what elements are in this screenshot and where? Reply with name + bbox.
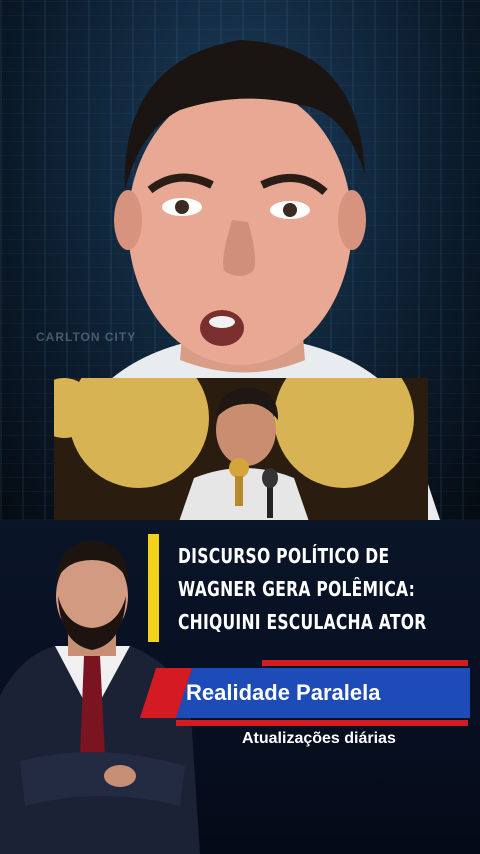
- headline: DISCURSO POLÍTICO DE WAGNER GERA POLÊMIC…: [178, 540, 427, 639]
- inset-clip: [54, 378, 428, 536]
- headline-line-3: CHIQUINI ESCULACHA ATOR: [178, 610, 427, 634]
- headline-line-2: WAGNER GERA POLÊMICA:: [178, 577, 416, 601]
- headline-accent-bar: [148, 534, 159, 642]
- headline-line-1: DISCURSO POLÍTICO DE: [178, 544, 390, 568]
- watermark-text: CARLTON CITY: [36, 330, 137, 344]
- channel-tagline: Atualizações diárias: [242, 730, 396, 747]
- banner-top-line: [262, 660, 468, 666]
- inset-image: [54, 378, 428, 536]
- video-frame[interactable]: CARLTON CITY DISCURSO POLÍTICO DE WAGNER…: [0, 0, 480, 854]
- channel-name: Realidade Paralela: [186, 680, 381, 705]
- banner-bottom-line: [176, 720, 468, 726]
